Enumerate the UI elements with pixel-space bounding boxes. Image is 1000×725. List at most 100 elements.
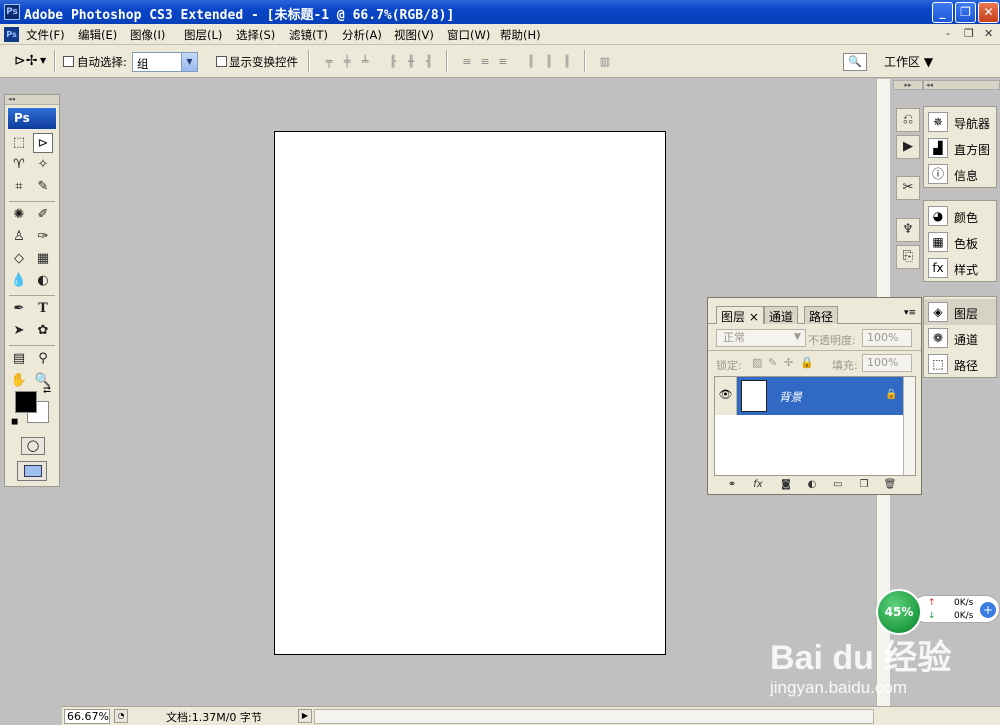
distribute-bottom-icon[interactable]: ≡ (496, 56, 510, 68)
menu-analysis[interactable]: 分析(A) (342, 27, 382, 43)
align-vcenter-icon[interactable]: ╪ (340, 56, 354, 68)
menu-window[interactable]: 窗口(W) (447, 27, 490, 43)
eraser-icon[interactable]: ◇ (9, 249, 29, 269)
fill-input[interactable]: 100% (862, 354, 912, 372)
close-icon[interactable]: × (749, 310, 759, 324)
paths-panel-button[interactable]: ⬚ 路径 (924, 351, 996, 377)
auto-select-dropdown[interactable]: 组 ▼ (132, 52, 198, 72)
link-layers-icon[interactable]: ⚭ (724, 478, 740, 492)
navigator-panel-button[interactable]: ✵ 导航器 (924, 109, 996, 135)
tool-presets-icon[interactable]: ✂ (896, 176, 920, 200)
panels-collapse[interactable]: ◂◂ (923, 80, 1000, 90)
menu-edit[interactable]: 编辑(E) (78, 27, 117, 43)
blend-mode-select[interactable]: 正常 (716, 329, 806, 347)
slice-icon[interactable]: ✎ (33, 177, 53, 197)
healing-brush-icon[interactable]: ✺ (9, 205, 29, 225)
info-panel-button[interactable]: ⓘ 信息 (924, 161, 996, 187)
opacity-input[interactable]: 100% (862, 329, 912, 347)
crop-icon[interactable]: ⌗ (9, 177, 29, 197)
doc-close-button[interactable]: ✕ (984, 27, 993, 40)
clone-stamp-icon[interactable]: ♙ (9, 227, 29, 247)
new-layer-icon[interactable]: ❐ (856, 478, 872, 492)
dodge-icon[interactable]: ◐ (33, 271, 53, 291)
move-tool-icon[interactable]: ⊳ (33, 133, 53, 153)
menu-select[interactable]: 选择(S) (236, 27, 275, 43)
lock-transparency-icon[interactable]: ▨ (752, 356, 762, 369)
layer-list-scrollbar[interactable] (903, 377, 915, 475)
actions-panel-icon[interactable]: ▶ (896, 135, 920, 159)
tool-preset-dropdown-icon[interactable]: ▼ (40, 56, 46, 65)
gradient-icon[interactable]: ▦ (33, 249, 53, 269)
path-selection-icon[interactable]: ➤ (9, 321, 29, 341)
menu-view[interactable]: 视图(V) (394, 27, 434, 43)
foreground-color-swatch[interactable] (15, 391, 37, 413)
distribute-left-icon[interactable]: ║ (524, 56, 538, 68)
align-left-icon[interactable]: ╟ (386, 56, 400, 68)
distribute-vcenter-icon[interactable]: ≡ (478, 56, 492, 68)
auto-select-checkbox[interactable] (63, 56, 74, 67)
doc-restore-button[interactable]: ❐ (964, 27, 974, 40)
notes-icon[interactable]: ▤ (9, 349, 29, 369)
screen-mode-icon[interactable] (17, 461, 47, 481)
pen-icon[interactable]: ✒ (9, 299, 29, 319)
photoshop-logo[interactable]: Ps (8, 108, 56, 129)
lasso-icon[interactable]: ♈ (9, 155, 29, 175)
network-speed-widget[interactable]: 45% ↑ ↓ 0K/s 0K/s + (876, 589, 1000, 635)
layer-row[interactable]: 👁 背景 🔒 (715, 377, 903, 415)
distribute-hcenter-icon[interactable]: ║ (542, 56, 556, 68)
align-bottom-icon[interactable]: ╧ (358, 56, 372, 68)
menu-file[interactable]: 文件(F) (26, 27, 65, 43)
bridge-icon[interactable]: 🔍 (843, 53, 867, 71)
show-transform-checkbox[interactable] (216, 56, 227, 67)
new-group-icon[interactable]: ▭ (830, 478, 846, 492)
brush-icon[interactable]: ✐ (33, 205, 53, 225)
document-canvas[interactable] (274, 131, 666, 655)
lock-pixels-icon[interactable]: ✎ (768, 356, 777, 369)
tools-panel-collapse[interactable]: ◂◂ (5, 95, 59, 105)
status-menu-icon[interactable]: ◔ (114, 709, 128, 723)
layer-style-icon[interactable]: fx (750, 478, 766, 492)
layers-panel-button[interactable]: ◈ 图层 (924, 299, 996, 325)
status-expand-icon[interactable]: ▶ (298, 709, 312, 723)
memory-usage-badge[interactable]: 45% (876, 589, 922, 635)
align-top-icon[interactable]: ╤ (322, 56, 336, 68)
auto-align-layers-icon[interactable]: ▥ (598, 56, 612, 68)
marquee-icon[interactable]: ⬚ (9, 133, 29, 153)
doc-minimize-button[interactable]: - (946, 27, 950, 40)
close-button[interactable]: ✕ (978, 2, 999, 23)
distribute-top-icon[interactable]: ≡ (460, 56, 474, 68)
menu-help[interactable]: 帮助(H) (500, 27, 541, 43)
swatches-panel-button[interactable]: ▦ 色板 (924, 229, 996, 255)
magic-wand-icon[interactable]: ✧ (33, 155, 53, 175)
menu-layer[interactable]: 图层(L) (184, 27, 222, 43)
align-hcenter-icon[interactable]: ╫ (404, 56, 418, 68)
brushes-icon[interactable]: ♆ (896, 218, 920, 242)
tab-paths[interactable]: 路径 (804, 306, 839, 324)
delete-layer-icon[interactable]: 🗑 (882, 478, 898, 492)
horizontal-scrollbar[interactable] (314, 709, 874, 724)
tab-channels[interactable]: 通道 (764, 306, 799, 324)
maximize-button[interactable]: ❐ (955, 2, 976, 23)
move-tool-icon[interactable]: ⊳✢ (14, 53, 37, 69)
color-panel-button[interactable]: ◕ 颜色 (924, 203, 996, 229)
distribute-right-icon[interactable]: ║ (560, 56, 574, 68)
document-icon[interactable]: Ps (4, 27, 19, 42)
eyedropper-icon[interactable]: ⚲ (33, 349, 53, 369)
custom-shape-icon[interactable]: ✿ (33, 321, 53, 341)
channels-panel-button[interactable]: ❁ 通道 (924, 325, 996, 351)
visibility-eye-icon[interactable]: 👁 (715, 377, 737, 415)
tab-layers[interactable]: 图层 × (716, 306, 764, 324)
clone-source-icon[interactable]: ⎘ (896, 245, 920, 269)
menu-image[interactable]: 图像(I) (130, 27, 165, 43)
zoom-field[interactable]: 66.67% (64, 709, 110, 724)
styles-panel-button[interactable]: fx 样式 (924, 255, 996, 281)
lock-all-icon[interactable]: 🔒 (800, 356, 814, 369)
workspace-menu-button[interactable]: 工作区 ▼ (884, 53, 933, 70)
adjustment-layer-icon[interactable]: ◐ (804, 478, 820, 492)
hand-icon[interactable]: ✋ (9, 371, 29, 391)
history-brush-icon[interactable]: ✑ (33, 227, 53, 247)
add-icon[interactable]: + (980, 602, 996, 618)
add-mask-icon[interactable]: ◙ (778, 478, 794, 492)
panel-menu-icon[interactable]: ▾≡ (904, 308, 916, 318)
minimize-button[interactable]: _ (932, 2, 953, 23)
